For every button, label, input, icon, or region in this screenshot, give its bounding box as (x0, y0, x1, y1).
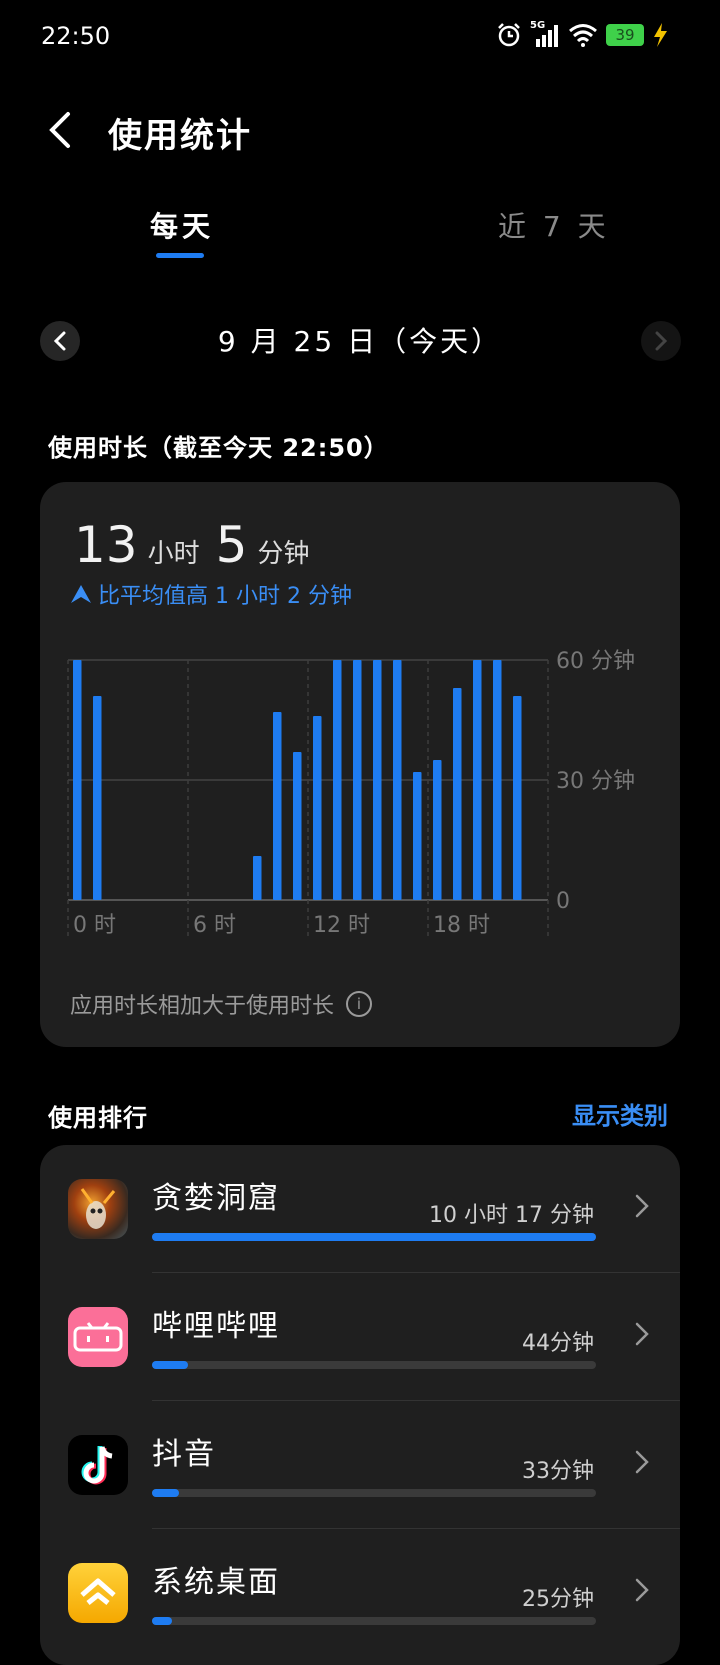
back-arrow-icon[interactable] (46, 110, 76, 150)
usage-section-title: 使用时长（截至今天 22:50） (48, 434, 389, 462)
bar-hour-11 (293, 752, 302, 900)
app-name: 系统桌面 (152, 1565, 280, 1600)
cellular-signal-icon: 5G (530, 20, 560, 48)
arrow-up-icon (71, 585, 91, 603)
tab-active-indicator (156, 253, 204, 258)
note-text: 应用时长相加大于使用时长 (70, 994, 335, 1019)
app-time: 10 小时 17 分钟 (429, 1203, 594, 1228)
date-label: 9 月 25 日（今天） (217, 325, 503, 358)
compare-average: 比平均值高 1 小时 2 分钟 (70, 578, 352, 610)
app-name: 哔哩哔哩 (152, 1309, 280, 1344)
usage-bar (152, 1489, 596, 1497)
status-icons: 5G 39 (496, 20, 668, 48)
tab-daily[interactable]: 每天 (150, 205, 214, 245)
bar-hour-12 (313, 716, 322, 900)
show-categories-link[interactable]: 显示类别 (572, 1096, 668, 1131)
home-launcher-icon (68, 1563, 128, 1623)
usage-bar-fill (152, 1361, 188, 1369)
x-tick-label: 18 时 (433, 913, 490, 938)
charging-bolt-icon (654, 23, 667, 47)
app-row-greedy-cave[interactable]: 贪婪洞窟 10 小时 17 分钟 (40, 1145, 680, 1273)
page-title: 使用统计 (108, 116, 252, 156)
info-icon[interactable]: i (346, 991, 373, 1017)
bar-hour-14 (353, 660, 362, 900)
battery-indicator: 39 (606, 24, 644, 46)
minutes-unit: 分钟 (257, 539, 310, 569)
bar-hour-10 (273, 712, 282, 900)
app-row-douyin[interactable]: 抖音 33分钟 (40, 1401, 680, 1529)
y-tick-label: 30 分钟 (556, 769, 635, 794)
bar-hour-20 (473, 660, 482, 900)
usage-bar-fill (152, 1489, 179, 1497)
bar-hour-21 (493, 660, 502, 900)
app-name: 抖音 (152, 1437, 216, 1472)
bar-hour-18 (433, 760, 442, 900)
bar-hour-9 (253, 856, 262, 900)
bar-hour-22 (513, 696, 522, 900)
app-time: 44分钟 (522, 1331, 594, 1356)
chevron-right-icon (655, 331, 668, 351)
bar-hour-19 (453, 688, 462, 900)
total-hours: 13 (74, 516, 138, 574)
hourly-usage-chart: 60 分钟 30 分钟 0 0 时 6 时 12 时 18 时 (67, 649, 635, 938)
app-row-home-launcher[interactable]: 系统桌面 25分钟 (40, 1529, 680, 1657)
bar-hour-15 (373, 660, 382, 900)
total-minutes: 5 (215, 516, 248, 574)
douyin-icon (68, 1435, 128, 1495)
bar-hour-16 (393, 660, 402, 900)
bar-hour-1 (93, 696, 102, 900)
status-time: 22:50 (41, 22, 111, 50)
usage-bar (152, 1233, 596, 1241)
chevron-right-icon (635, 1450, 649, 1474)
app-name: 贪婪洞窟 (152, 1181, 280, 1216)
usage-bar (152, 1617, 596, 1625)
wifi-icon (569, 24, 597, 47)
usage-bar-fill (152, 1233, 596, 1241)
chevron-right-icon (635, 1194, 649, 1218)
usage-bar-fill (152, 1617, 172, 1625)
y-tick-label: 0 (556, 889, 570, 914)
app-time: 25分钟 (522, 1587, 594, 1612)
bar-hour-13 (333, 660, 342, 900)
ranking-section-title: 使用排行 (48, 1104, 148, 1132)
y-tick-label: 60 分钟 (556, 649, 635, 674)
x-tick-label: 12 时 (313, 913, 370, 938)
greedy-cave-icon (68, 1179, 128, 1239)
next-day-button[interactable] (641, 321, 681, 361)
chevron-right-icon (635, 1322, 649, 1346)
tab-last-7-days[interactable]: 近 7 天 (498, 205, 610, 245)
bilibili-icon (68, 1307, 128, 1367)
bar-hour-0 (73, 660, 82, 900)
app-time: 33分钟 (522, 1459, 594, 1484)
usage-note: 应用时长相加大于使用时长 i (70, 988, 373, 1020)
alarm-icon (498, 23, 520, 47)
x-tick-label: 6 时 (193, 913, 236, 938)
bar-hour-17 (413, 772, 422, 900)
usage-bar (152, 1361, 596, 1369)
hours-unit: 小时 (147, 539, 200, 569)
compare-text: 比平均值高 1 小时 2 分钟 (98, 584, 352, 609)
x-tick-label: 0 时 (73, 913, 116, 938)
app-row-bilibili[interactable]: 哔哩哔哩 44分钟 (40, 1273, 680, 1401)
total-usage: 13 小时 5 分钟 (74, 516, 309, 574)
chevron-right-icon (635, 1578, 649, 1602)
